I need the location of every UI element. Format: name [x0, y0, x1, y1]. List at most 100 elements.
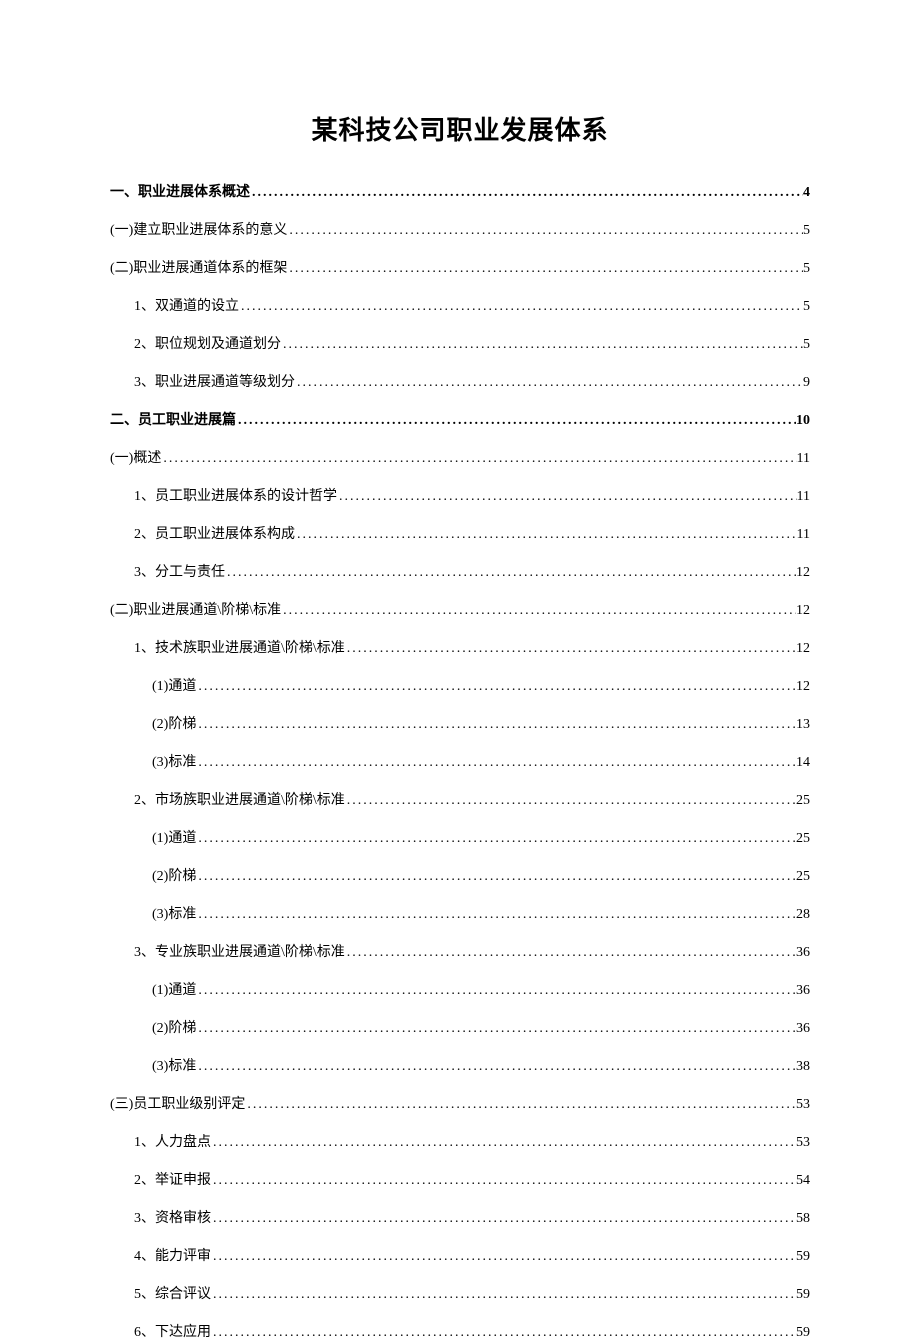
toc-leader-dots: [295, 527, 797, 543]
toc-leader-dots: [345, 793, 796, 809]
toc-leader-dots: [211, 1249, 796, 1265]
document-page: 某科技公司职业发展体系 一、职业进展体系概述4(一)建立职业进展体系的意义5(二…: [0, 0, 920, 1341]
toc-entry: (3)标准 38: [110, 1055, 810, 1075]
toc-entry-page: 9: [803, 375, 810, 391]
toc-leader-dots: [211, 1173, 796, 1189]
toc-entry-label: (2)阶梯: [152, 865, 196, 885]
toc-entry: 6、下达应用 59: [110, 1321, 810, 1341]
toc-entry-label: (3)标准: [152, 903, 196, 923]
toc-entry-page: 28: [796, 907, 810, 923]
toc-entry-label: 1、人力盘点: [134, 1131, 211, 1151]
toc-leader-dots: [196, 869, 796, 885]
toc-entry: 3、职业进展通道等级划分9: [110, 371, 810, 391]
toc-entry-label: (1)通道: [152, 827, 196, 847]
toc-leader-dots: [211, 1135, 796, 1151]
toc-entry-label: 3、资格审核: [134, 1207, 211, 1227]
toc-entry: 2、举证申报54: [110, 1169, 810, 1189]
toc-entry-label: 二、员工职业进展篇: [110, 409, 236, 429]
toc-entry-label: (三)员工职业级别评定: [110, 1093, 245, 1113]
toc-leader-dots: [337, 489, 797, 505]
toc-entry-page: 12: [796, 641, 810, 657]
toc-leader-dots: [250, 185, 803, 201]
toc-entry: 一、职业进展体系概述 4: [110, 181, 810, 201]
toc-entry: (二)职业进展通道\阶梯\标准 12: [110, 599, 810, 619]
toc-entry-label: 2、员工职业进展体系构成: [134, 523, 295, 543]
toc-entry-page: 4: [803, 185, 810, 201]
toc-entry: 二、员工职业进展篇 10: [110, 409, 810, 429]
toc-entry: 1、员工职业进展体系的设计哲学 11: [110, 485, 810, 505]
toc-entry-page: 12: [796, 679, 810, 695]
toc-leader-dots: [239, 299, 803, 315]
toc-entry-label: (1)通道: [152, 979, 196, 999]
toc-entry-page: 5: [803, 223, 810, 239]
toc-entry-page: 5: [803, 337, 810, 353]
toc-leader-dots: [196, 983, 796, 999]
toc-entry-page: 12: [796, 565, 810, 581]
toc-leader-dots: [161, 451, 796, 467]
toc-entry-label: 5、综合评议: [134, 1283, 211, 1303]
toc-entry: (一)概述11: [110, 447, 810, 467]
toc-leader-dots: [211, 1325, 796, 1341]
toc-entry: 3、资格审核 58: [110, 1207, 810, 1227]
toc-leader-dots: [196, 907, 796, 923]
toc-entry-page: 59: [796, 1325, 810, 1341]
toc-entry: 5、综合评议59: [110, 1283, 810, 1303]
toc-entry-page: 38: [796, 1059, 810, 1075]
toc-entry-page: 36: [796, 1021, 810, 1037]
toc-entry-page: 11: [797, 527, 810, 543]
toc-entry: 2、员工职业进展体系构成 11: [110, 523, 810, 543]
toc-leader-dots: [196, 755, 796, 771]
toc-entry-label: 2、职位规划及通道划分: [134, 333, 281, 353]
toc-entry: (1)通道12: [110, 675, 810, 695]
toc-entry-page: 5: [803, 299, 810, 315]
toc-leader-dots: [287, 261, 803, 277]
toc-entry: 3、分工与责任 12: [110, 561, 810, 581]
toc-leader-dots: [281, 337, 803, 353]
toc-leader-dots: [196, 1059, 796, 1075]
toc-entry-page: 5: [803, 261, 810, 277]
toc-entry-label: (一)概述: [110, 447, 161, 467]
toc-entry-page: 25: [796, 831, 810, 847]
toc-leader-dots: [196, 831, 796, 847]
toc-entry-page: 13: [796, 717, 810, 733]
toc-entry: (2)阶梯36: [110, 1017, 810, 1037]
toc-leader-dots: [287, 223, 803, 239]
toc-entry-label: 3、专业族职业进展通道\阶梯\标准: [134, 941, 345, 961]
toc-entry-page: 25: [796, 793, 810, 809]
toc-entry-page: 58: [796, 1211, 810, 1227]
toc-entry: (一)建立职业进展体系的意义 5: [110, 219, 810, 239]
toc-entry-label: (一)建立职业进展体系的意义: [110, 219, 287, 239]
toc-leader-dots: [196, 1021, 796, 1037]
toc-entry-label: 6、下达应用: [134, 1321, 211, 1341]
toc-entry-page: 12: [796, 603, 810, 619]
toc-entry-label: 一、职业进展体系概述: [110, 181, 250, 201]
toc-entry-label: (二)职业进展通道体系的框架: [110, 257, 287, 277]
toc-leader-dots: [345, 641, 796, 657]
toc-entry-page: 14: [796, 755, 810, 771]
toc-entry-label: 3、分工与责任: [134, 561, 225, 581]
toc-entry: 1、双通道的设立5: [110, 295, 810, 315]
toc-leader-dots: [281, 603, 796, 619]
toc-entry-label: (二)职业进展通道\阶梯\标准: [110, 599, 281, 619]
toc-entry-page: 11: [797, 489, 810, 505]
toc-entry: 4、能力评审59: [110, 1245, 810, 1265]
toc-leader-dots: [245, 1097, 796, 1113]
toc-entry-page: 25: [796, 869, 810, 885]
toc-entry: 2、市场族职业进展通道\阶梯\标准 25: [110, 789, 810, 809]
toc-entry-label: 2、市场族职业进展通道\阶梯\标准: [134, 789, 345, 809]
toc-entry-page: 53: [796, 1135, 810, 1151]
toc-entry: (2)阶梯 25: [110, 865, 810, 885]
toc-entry-label: 1、员工职业进展体系的设计哲学: [134, 485, 337, 505]
toc-leader-dots: [295, 375, 803, 391]
toc-leader-dots: [211, 1211, 796, 1227]
table-of-contents: 一、职业进展体系概述 4 (一)建立职业进展体系的意义 5 (二)职业进展通道体系的框架…: [110, 181, 810, 1341]
toc-leader-dots: [196, 679, 796, 695]
toc-entry-label: (3)标准: [152, 1055, 196, 1075]
toc-entry-page: 53: [796, 1097, 810, 1113]
toc-entry-page: 10: [796, 413, 810, 429]
toc-entry: (1)通道 25: [110, 827, 810, 847]
toc-entry: 1、技术族职业进展通道\阶梯\标准12: [110, 637, 810, 657]
toc-entry: 1、人力盘点 53: [110, 1131, 810, 1151]
toc-entry-page: 36: [796, 945, 810, 961]
toc-entry-label: 4、能力评审: [134, 1245, 211, 1265]
